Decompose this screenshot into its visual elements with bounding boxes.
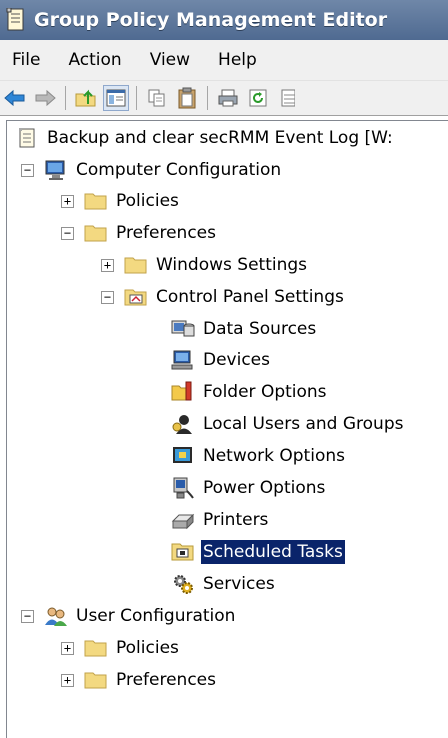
- refresh-icon: [249, 89, 267, 107]
- tree-label: Preferences: [116, 223, 216, 243]
- back-icon: [4, 89, 25, 107]
- folder-icon: [84, 221, 108, 245]
- toolbar-separator: [207, 86, 208, 110]
- tree-label: Policies: [116, 191, 179, 211]
- control-panel-folder-icon: [124, 285, 148, 309]
- tree-item-local-users-and-groups[interactable]: Local Users and Groups: [171, 409, 405, 439]
- expand-toggle[interactable]: +: [101, 258, 114, 272]
- tree-item-services[interactable]: Services: [171, 569, 277, 599]
- tree-label: Computer Configuration: [76, 160, 282, 180]
- tree-item-folder-options[interactable]: Folder Options: [171, 377, 329, 407]
- collapse-toggle[interactable]: −: [21, 163, 34, 177]
- tree-label: Local Users and Groups: [203, 414, 404, 434]
- forward-button[interactable]: [32, 85, 58, 111]
- toolbar-separator: [65, 86, 66, 110]
- users-icon: [44, 604, 68, 628]
- tree-label: Power Options: [203, 478, 326, 498]
- tree-item-printers[interactable]: Printers: [171, 505, 270, 535]
- tree-label: Printers: [203, 510, 269, 530]
- menu-bar: File Action View Help: [0, 40, 448, 81]
- back-button[interactable]: [2, 85, 28, 111]
- tree-item-computer-configuration[interactable]: − Computer Configuration: [21, 155, 283, 185]
- refresh-button[interactable]: [245, 85, 271, 111]
- tree-label: User Configuration: [76, 606, 236, 626]
- scheduled-tasks-icon: [171, 540, 195, 564]
- tree-label: Data Sources: [203, 319, 317, 339]
- tree-item-scheduled-tasks[interactable]: Scheduled Tasks: [171, 537, 345, 567]
- title-bar: Group Policy Management Editor: [0, 0, 448, 40]
- services-gear-icon: [171, 572, 195, 596]
- tree-label: Devices: [203, 350, 270, 370]
- export-list-button[interactable]: [275, 85, 301, 111]
- show-hide-tree-icon: [106, 89, 126, 107]
- toolbar-separator: [136, 86, 137, 110]
- menu-view[interactable]: View: [136, 50, 204, 70]
- collapse-toggle[interactable]: −: [61, 226, 74, 240]
- up-one-level-button[interactable]: [73, 85, 99, 111]
- print-icon: [218, 89, 238, 107]
- tree-item-devices[interactable]: Devices: [171, 345, 272, 375]
- tree-item-uc-preferences[interactable]: + Preferences: [61, 665, 218, 695]
- tree-label: Folder Options: [203, 382, 327, 402]
- paste-icon: [178, 87, 196, 109]
- show-hide-console-tree-button[interactable]: [103, 85, 129, 111]
- folder-icon: [84, 668, 108, 692]
- menu-file[interactable]: File: [0, 50, 54, 70]
- print-button[interactable]: [215, 85, 241, 111]
- local-users-and-groups-icon: [171, 412, 195, 436]
- tree-label: Policies: [116, 638, 179, 658]
- expand-toggle[interactable]: +: [61, 194, 74, 208]
- computer-icon: [44, 158, 68, 182]
- collapse-toggle[interactable]: −: [101, 290, 114, 304]
- forward-icon: [35, 89, 56, 107]
- tree-label: Services: [203, 574, 275, 594]
- gpo-document-icon: [15, 126, 39, 150]
- tree-item-data-sources[interactable]: Data Sources: [171, 314, 318, 344]
- expand-toggle[interactable]: +: [61, 641, 74, 655]
- power-options-icon: [171, 476, 195, 500]
- gpo-editor-app-icon: [6, 7, 26, 32]
- copy-button[interactable]: [144, 85, 170, 111]
- folder-icon: [124, 253, 148, 277]
- folder-icon: [84, 636, 108, 660]
- tree-label: Backup and clear secRMM Event Log [W:: [47, 128, 393, 148]
- menu-action[interactable]: Action: [54, 50, 135, 70]
- window-title: Group Policy Management Editor: [34, 9, 388, 31]
- toolbar: [0, 81, 448, 116]
- expand-toggle[interactable]: +: [61, 673, 74, 687]
- menu-help[interactable]: Help: [204, 50, 271, 70]
- tree-item-cc-preferences[interactable]: − Preferences: [61, 218, 218, 248]
- devices-icon: [171, 348, 195, 372]
- paste-button[interactable]: [174, 85, 200, 111]
- tree-item-control-panel-settings[interactable]: − Control Panel Settings: [101, 282, 346, 312]
- tree-label: Windows Settings: [156, 255, 308, 275]
- tree-item-user-configuration[interactable]: − User Configuration: [21, 601, 237, 631]
- folder-options-icon: [171, 380, 195, 404]
- tree-item-power-options[interactable]: Power Options: [171, 473, 327, 503]
- tree-item-cc-policies[interactable]: + Policies: [61, 186, 181, 216]
- tree-item-uc-policies[interactable]: + Policies: [61, 633, 181, 663]
- tree-label: Control Panel Settings: [156, 287, 344, 307]
- export-list-icon: [281, 89, 295, 107]
- data-sources-icon: [171, 317, 195, 341]
- tree-item-windows-settings[interactable]: + Windows Settings: [101, 250, 309, 280]
- collapse-toggle[interactable]: −: [21, 609, 34, 623]
- folder-icon: [84, 189, 108, 213]
- copy-icon: [148, 89, 165, 107]
- tree-item-network-options[interactable]: Network Options: [171, 441, 347, 471]
- tree-label: Preferences: [116, 670, 216, 690]
- network-options-icon: [171, 444, 195, 468]
- tree-label: Network Options: [203, 446, 345, 466]
- tree-label-selected: Scheduled Tasks: [201, 540, 345, 564]
- up-folder-icon: [75, 89, 96, 107]
- console-tree: Backup and clear secRMM Event Log [W: − …: [6, 120, 448, 738]
- tree-item-gpo-root[interactable]: Backup and clear secRMM Event Log [W:: [15, 123, 395, 153]
- printer-icon: [171, 508, 195, 532]
